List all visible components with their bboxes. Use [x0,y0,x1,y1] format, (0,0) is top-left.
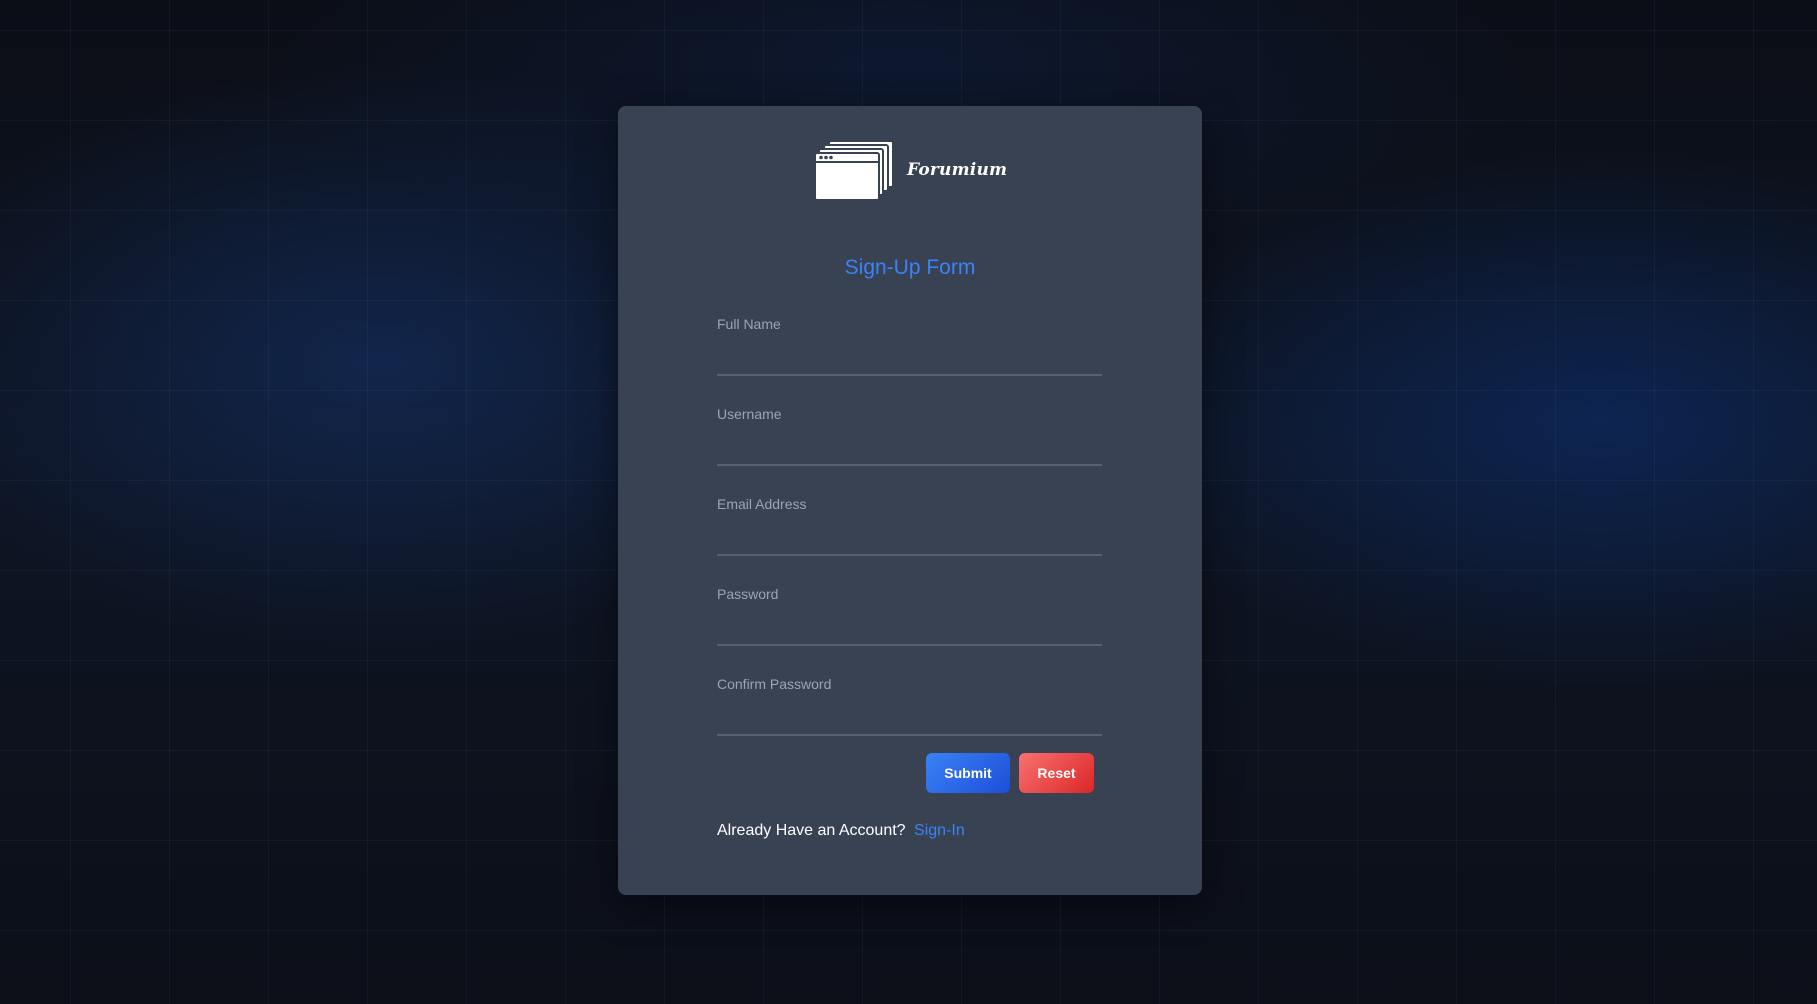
browser-windows-icon [815,140,894,200]
full-name-input[interactable] [717,338,1102,376]
email-field: Email Address [717,496,1102,558]
confirm-password-field: Confirm Password [717,676,1102,738]
brand-logo: Forumium [815,140,1007,200]
signin-link[interactable]: Sign-In [914,822,965,839]
password-input[interactable] [717,608,1102,646]
username-label: Username [717,406,782,422]
signin-prompt-text: Already Have an Account? [717,822,906,839]
email-label: Email Address [717,496,807,512]
signup-card: Forumium Sign-Up Form Full Name Username… [618,106,1202,895]
full-name-label: Full Name [717,316,781,332]
confirm-password-label: Confirm Password [717,676,832,692]
username-field: Username [717,406,1102,468]
brand-name: Forumium [907,160,1008,180]
reset-button[interactable]: Reset [1019,753,1094,793]
submit-button[interactable]: Submit [926,753,1010,793]
full-name-field: Full Name [717,316,1102,378]
confirm-password-input[interactable] [717,698,1102,736]
password-field: Password [717,586,1102,648]
username-input[interactable] [717,428,1102,466]
password-label: Password [717,586,779,602]
signin-prompt-row: Already Have an Account? Sign-In [717,822,965,840]
email-input[interactable] [717,518,1102,556]
form-title: Sign-Up Form [844,256,976,279]
